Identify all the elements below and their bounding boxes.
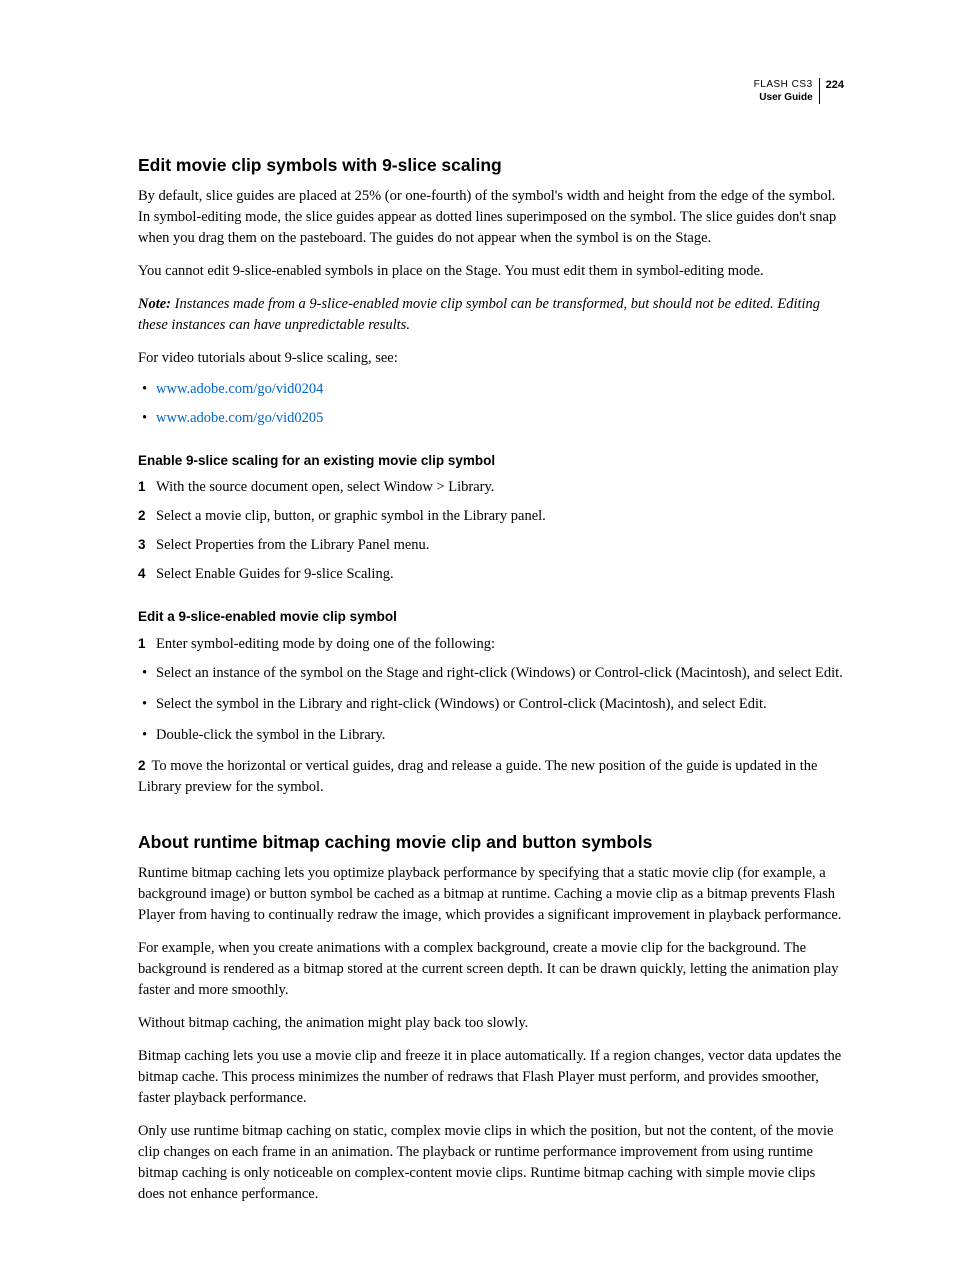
sub-bullet-list: Select an instance of the symbol on the … [138, 663, 844, 746]
note-paragraph: Note: Instances made from a 9-slice-enab… [138, 294, 844, 336]
page-number: 224 [819, 78, 844, 104]
step-row: 1 Enter symbol-editing mode by doing one… [138, 634, 844, 655]
step-row: 1 With the source document open, select … [138, 477, 844, 498]
tutorial-link-0205[interactable]: www.adobe.com/go/vid0205 [156, 410, 323, 426]
list-item: Double-click the symbol in the Library. [138, 725, 844, 746]
main-content: Edit movie clip symbols with 9-slice sca… [138, 153, 844, 1205]
note-body: Instances made from a 9-slice-enabled mo… [138, 296, 820, 333]
body-text: Only use runtime bitmap caching on stati… [138, 1121, 844, 1205]
header-product: FLASH CS3 [754, 78, 813, 91]
step-number: 4 [138, 564, 156, 585]
link-list: www.adobe.com/go/vid0204 www.adobe.com/g… [138, 379, 844, 428]
step-row: 2 Select a movie clip, button, or graphi… [138, 506, 844, 527]
body-text: You cannot edit 9-slice-enabled symbols … [138, 261, 844, 282]
step-row: 2To move the horizontal or vertical guid… [138, 756, 844, 798]
list-item: www.adobe.com/go/vid0204 [138, 379, 844, 400]
step-number: 1 [138, 634, 156, 655]
subsection-title-edit: Edit a 9-slice-enabled movie clip symbol [138, 607, 844, 627]
list-item: www.adobe.com/go/vid0205 [138, 408, 844, 429]
step-text: With the source document open, select Wi… [156, 477, 844, 498]
step-text: Select Properties from the Library Panel… [156, 535, 844, 556]
subsection-title-enable: Enable 9-slice scaling for an existing m… [138, 451, 844, 471]
body-text: Bitmap caching lets you use a movie clip… [138, 1046, 844, 1109]
section-title-bitmap-caching: About runtime bitmap caching movie clip … [138, 830, 844, 855]
body-text: By default, slice guides are placed at 2… [138, 186, 844, 249]
step-row: 4 Select Enable Guides for 9-slice Scali… [138, 564, 844, 585]
list-item: Select the symbol in the Library and rig… [138, 694, 844, 715]
note-label: Note: [138, 296, 171, 312]
body-text: For example, when you create animations … [138, 938, 844, 1001]
header-subtitle: User Guide [754, 91, 813, 104]
step-text: To move the horizontal or vertical guide… [138, 758, 817, 795]
body-text: For video tutorials about 9-slice scalin… [138, 348, 844, 369]
step-text: Select Enable Guides for 9-slice Scaling… [156, 564, 844, 585]
section-title-9slice: Edit movie clip symbols with 9-slice sca… [138, 153, 844, 178]
step-number: 3 [138, 535, 156, 556]
tutorial-link-0204[interactable]: www.adobe.com/go/vid0204 [156, 381, 323, 397]
body-text: Runtime bitmap caching lets you optimize… [138, 863, 844, 926]
step-text: Select a movie clip, button, or graphic … [156, 506, 844, 527]
header-text-block: FLASH CS3 User Guide [754, 78, 819, 104]
step-number: 2 [138, 506, 156, 527]
step-number: 2 [138, 758, 146, 773]
body-text: Without bitmap caching, the animation mi… [138, 1013, 844, 1034]
step-text: Enter symbol-editing mode by doing one o… [156, 634, 844, 655]
step-number: 1 [138, 477, 156, 498]
page-header: FLASH CS3 User Guide 224 [754, 78, 844, 104]
step-row: 3 Select Properties from the Library Pan… [138, 535, 844, 556]
list-item: Select an instance of the symbol on the … [138, 663, 844, 684]
